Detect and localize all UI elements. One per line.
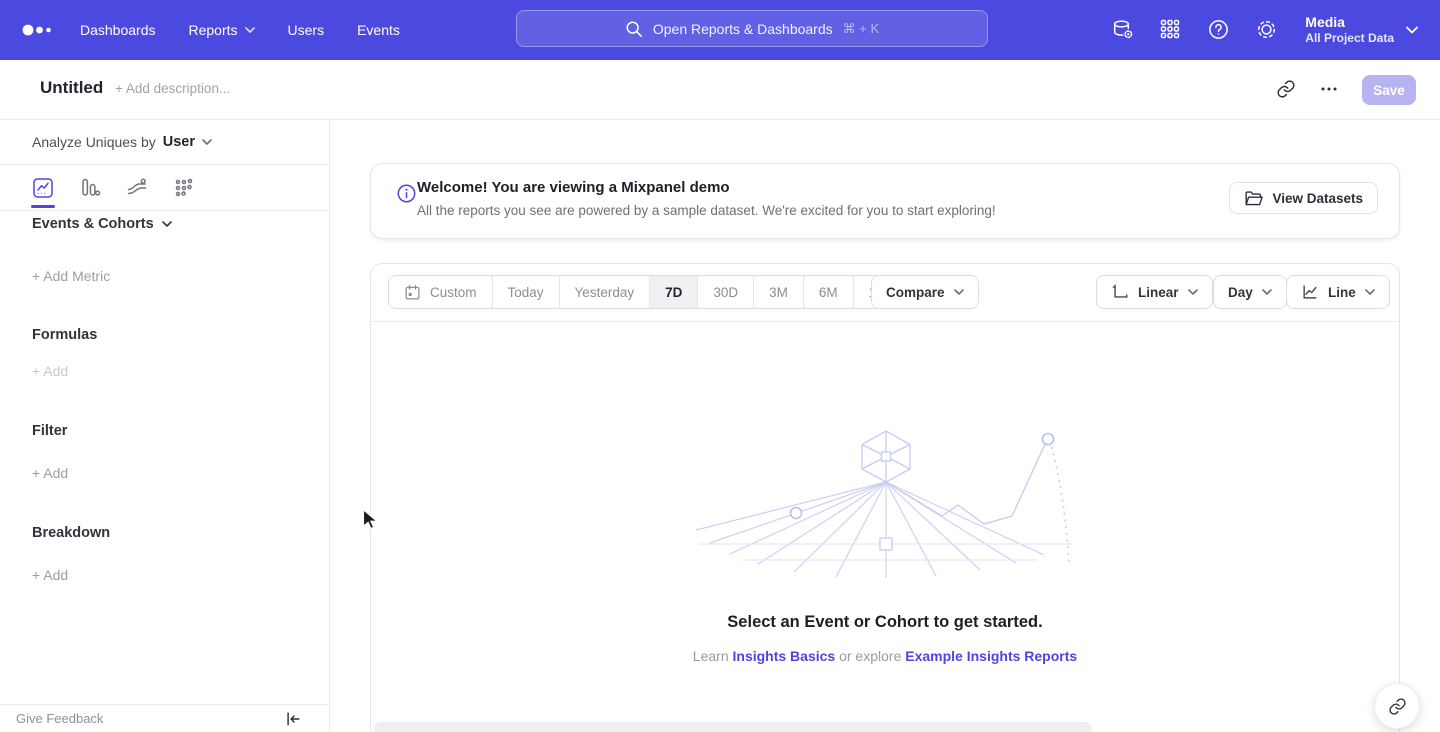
sidebar-footer: Give Feedback	[0, 704, 329, 732]
banner-subtitle: All the reports you see are powered by a…	[417, 203, 996, 218]
tab-bar-chart[interactable]	[79, 165, 101, 211]
mixpanel-logo[interactable]	[22, 21, 54, 39]
search-shortcut: ⌘ + K	[843, 21, 880, 37]
breakdown-section-title: Breakdown	[32, 525, 110, 541]
settings-gear-icon[interactable]	[1255, 18, 1279, 42]
nav-item-events[interactable]: Events	[357, 22, 400, 38]
range-3m[interactable]: 3M	[754, 276, 804, 308]
chevron-down-icon	[1365, 289, 1375, 295]
chart-type-dropdown[interactable]: Line	[1286, 275, 1390, 309]
date-range-control: Custom Today Yesterday 7D 30D 3M 6M 12M	[388, 275, 911, 309]
report-header-actions: Save	[1276, 60, 1416, 120]
or-explore-text: or explore	[839, 648, 901, 664]
banner-title: Welcome! You are viewing a Mixpanel demo	[417, 179, 730, 196]
tab-insights-line-chart[interactable]	[32, 165, 54, 211]
help-icon[interactable]	[1207, 18, 1231, 42]
analyze-by-label: Analyze Uniques by	[32, 134, 156, 150]
empty-state-links: Learn Insights Basics or explore Example…	[371, 648, 1399, 664]
chevron-down-icon	[245, 27, 255, 33]
nav-item-reports[interactable]: Reports	[189, 22, 255, 38]
range-today[interactable]: Today	[493, 276, 560, 308]
add-formula-button[interactable]: + Add	[32, 363, 68, 379]
chart-type-tabs	[0, 165, 329, 211]
linear-axis-icon	[1111, 283, 1129, 301]
view-datasets-button[interactable]: View Datasets	[1229, 182, 1378, 214]
compare-dropdown[interactable]: Compare	[871, 275, 979, 309]
nav-item-users[interactable]: Users	[288, 22, 325, 38]
apps-grid-icon[interactable]	[1159, 18, 1183, 42]
analyze-by-row: Analyze Uniques by User	[0, 120, 329, 165]
range-yesterday[interactable]: Yesterday	[560, 276, 651, 308]
info-icon	[397, 184, 416, 203]
filter-section-title: Filter	[32, 423, 67, 439]
project-name: Media	[1305, 14, 1394, 31]
chevron-down-icon	[1262, 289, 1272, 295]
tab-flow-chart[interactable]	[126, 165, 148, 211]
more-options-icon[interactable]	[1319, 79, 1341, 101]
events-cohorts-section-title[interactable]: Events & Cohorts	[32, 216, 172, 232]
range-30d[interactable]: 30D	[698, 276, 754, 308]
add-filter-button[interactable]: + Add	[32, 465, 68, 481]
formulas-section-title: Formulas	[32, 327, 97, 343]
range-6m[interactable]: 6M	[804, 276, 854, 308]
insights-basics-link[interactable]: Insights Basics	[733, 648, 836, 664]
learn-prefix: Learn	[693, 648, 729, 664]
chevron-down-icon	[162, 221, 172, 227]
empty-state-illustration	[696, 426, 1076, 578]
project-switcher[interactable]: Media All Project Data	[1305, 14, 1394, 46]
primary-nav: Dashboards Reports Users Events	[80, 0, 400, 60]
range-7d[interactable]: 7D	[650, 276, 698, 308]
calendar-icon	[404, 284, 421, 301]
search-icon	[625, 20, 643, 38]
interval-dropdown[interactable]: Day	[1213, 275, 1287, 309]
project-scope: All Project Data	[1305, 31, 1394, 46]
project-chevron-down-icon[interactable]	[1406, 26, 1418, 34]
collapse-sidebar-icon[interactable]	[285, 711, 301, 727]
insights-chart-card: Custom Today Yesterday 7D 30D 3M 6M 12M …	[370, 263, 1400, 732]
save-button[interactable]: Save	[1362, 75, 1416, 105]
data-management-icon[interactable]	[1111, 18, 1135, 42]
line-chart-icon	[1301, 283, 1319, 301]
range-custom[interactable]: Custom	[389, 276, 493, 308]
give-feedback-link[interactable]: Give Feedback	[16, 711, 103, 726]
add-metric-button[interactable]: + Add Metric	[32, 268, 110, 284]
nav-item-dashboards[interactable]: Dashboards	[80, 22, 156, 38]
add-breakdown-button[interactable]: + Add	[32, 567, 68, 583]
report-description-placeholder[interactable]: + Add description...	[115, 81, 230, 96]
scale-dropdown[interactable]: Linear	[1096, 275, 1213, 309]
search-placeholder: Open Reports & Dashboards	[653, 21, 833, 37]
chevron-down-icon	[1188, 289, 1198, 295]
welcome-banner: Welcome! You are viewing a Mixpanel demo…	[370, 163, 1400, 239]
report-header: Untitled + Add description... Save	[0, 60, 1440, 120]
copy-link-icon[interactable]	[1276, 79, 1298, 101]
empty-state-title: Select an Event or Cohort to get started…	[371, 613, 1399, 632]
chart-toolbar: Custom Today Yesterday 7D 30D 3M 6M 12M …	[371, 264, 1399, 322]
example-insights-reports-link[interactable]: Example Insights Reports	[905, 648, 1077, 664]
active-tab-underline	[31, 205, 55, 208]
analyze-by-value-dropdown[interactable]: User	[163, 134, 195, 150]
nav-right-controls: Media All Project Data	[1111, 0, 1418, 60]
floating-copy-link-button[interactable]	[1374, 683, 1420, 729]
report-title[interactable]: Untitled	[40, 78, 103, 98]
chevron-down-icon[interactable]	[202, 139, 212, 145]
mixpanel-insights-page: Dashboards Reports Users Events Open Rep…	[0, 0, 1440, 732]
horizontal-scrollbar-thumb[interactable]	[374, 722, 1092, 732]
folder-icon	[1244, 190, 1263, 207]
link-icon	[1388, 697, 1407, 716]
chevron-down-icon	[954, 289, 964, 295]
tab-scatter-chart[interactable]	[173, 165, 195, 211]
query-builder-sidebar: Analyze Uniques by User	[0, 120, 330, 732]
global-search[interactable]: Open Reports & Dashboards ⌘ + K	[516, 10, 988, 47]
top-nav-bar: Dashboards Reports Users Events Open Rep…	[0, 0, 1440, 60]
